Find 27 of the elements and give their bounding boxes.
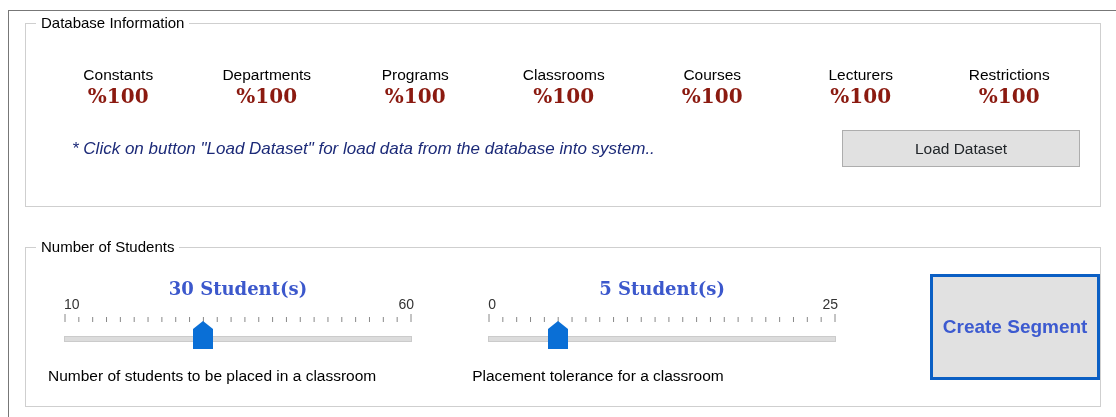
min-label: 10 [64,296,80,312]
stat-value: %100 [533,84,595,108]
slider-thumb[interactable] [193,321,214,349]
stat-label: Constants [83,66,154,84]
stat-label: Departments [222,66,312,84]
stat-label: Classrooms [522,66,605,84]
create-segment-button[interactable]: Create Segment [930,274,1100,380]
stat-label: Programs [381,66,449,84]
stat-value: %100 [236,84,298,108]
max-label: 25 [822,296,839,312]
stat-value: %100 [978,84,1040,108]
slider-value: 5 Student(s) [598,278,727,300]
load-dataset-button[interactable]: Load Dataset [842,130,1080,167]
stat-value: %100 [87,84,149,108]
slider-caption: Number of students to be placed in a classroom [48,366,378,386]
slider-caption: Placement tolerance for a classroom [472,366,725,386]
slider-thumb[interactable] [548,321,569,349]
stat-value: %100 [681,84,743,108]
stat-label: Lecturers [828,66,894,84]
min-label: 0 [488,296,496,312]
slider-value: 30 Student(s) [167,278,309,300]
stat-label: Courses [683,66,742,84]
hint-text: * Click on button "Load Dataset" for load data from the database into system.. [72,137,655,160]
max-label: 60 [398,296,414,312]
stat-label: Restrictions [968,66,1050,84]
stat-value: %100 [830,84,892,108]
stat-value: %100 [384,84,446,108]
